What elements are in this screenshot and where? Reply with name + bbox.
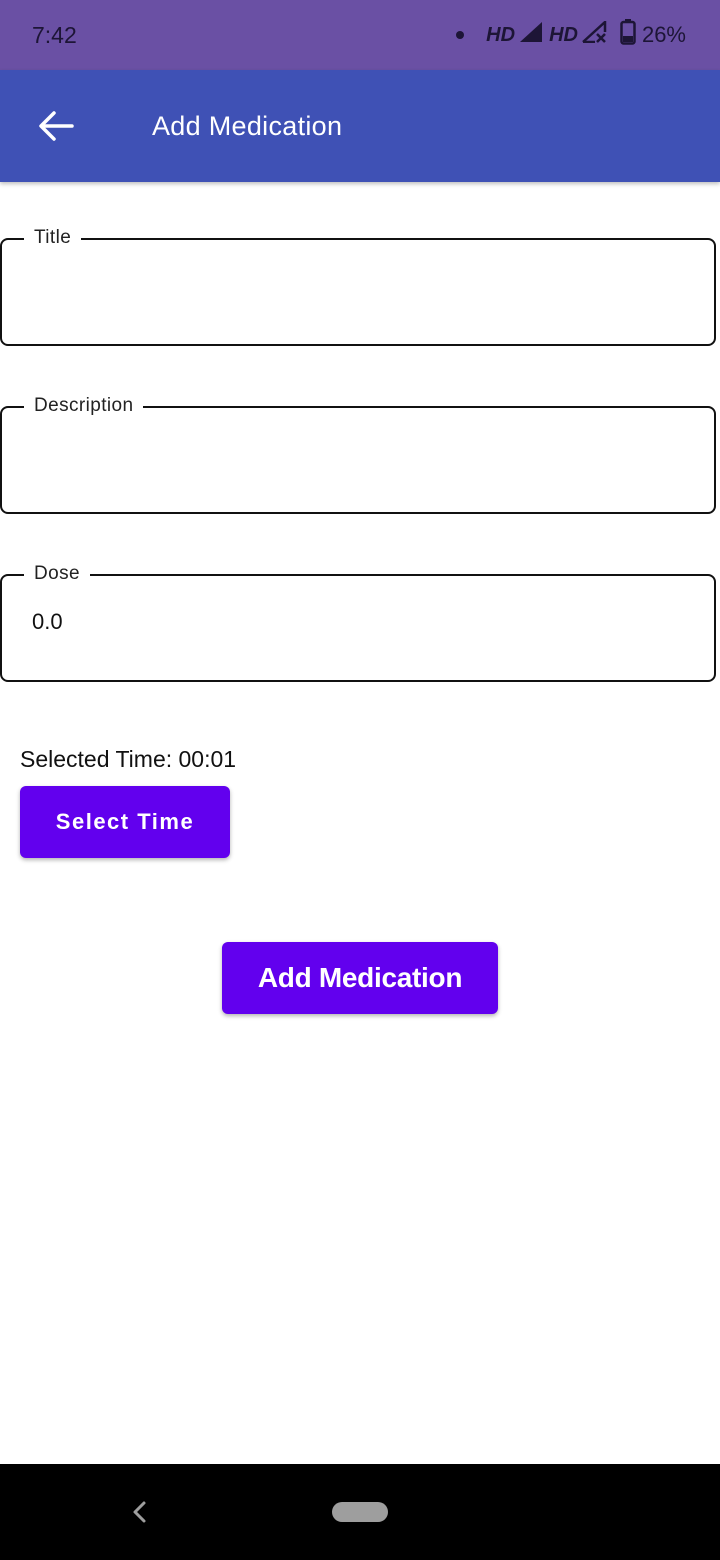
battery-icon bbox=[620, 19, 636, 51]
signal-icon bbox=[519, 21, 543, 49]
nav-back-button[interactable] bbox=[124, 1496, 154, 1528]
notification-dot-icon bbox=[456, 31, 465, 39]
title-input[interactable] bbox=[32, 270, 682, 302]
description-field[interactable]: Description bbox=[0, 394, 716, 514]
title-field[interactable]: Title bbox=[0, 226, 716, 346]
network-type-1: HD bbox=[486, 23, 516, 46]
status-bar: 7:42 HD HD 26% bbox=[0, 0, 720, 70]
nav-home-pill-icon[interactable] bbox=[332, 1502, 388, 1522]
description-field-label: Description bbox=[24, 394, 144, 418]
nav-back-icon bbox=[133, 1501, 146, 1523]
app-bar: Add Medication bbox=[0, 70, 720, 182]
select-time-button[interactable]: Select Time bbox=[20, 786, 230, 858]
dose-field[interactable]: Dose bbox=[0, 562, 716, 682]
system-nav-bar bbox=[0, 1464, 720, 1560]
back-button[interactable] bbox=[24, 102, 88, 150]
page-title: Add Medication bbox=[152, 111, 343, 141]
add-medication-button[interactable]: Add Medication bbox=[222, 942, 498, 1014]
status-time: 7:42 bbox=[32, 22, 77, 48]
title-field-label: Title bbox=[24, 226, 82, 250]
dose-field-label: Dose bbox=[24, 562, 90, 586]
network-type-2: HD bbox=[549, 23, 578, 46]
description-input[interactable] bbox=[32, 438, 682, 470]
battery-percent: 26% bbox=[641, 22, 686, 47]
selected-time-text: Selected Time: 00:01 bbox=[20, 746, 237, 772]
status-icons: HD HD 26% bbox=[456, 19, 686, 51]
arrow-back-icon bbox=[39, 111, 74, 141]
signal-no-service-icon bbox=[582, 19, 608, 49]
dose-input[interactable] bbox=[32, 606, 682, 638]
